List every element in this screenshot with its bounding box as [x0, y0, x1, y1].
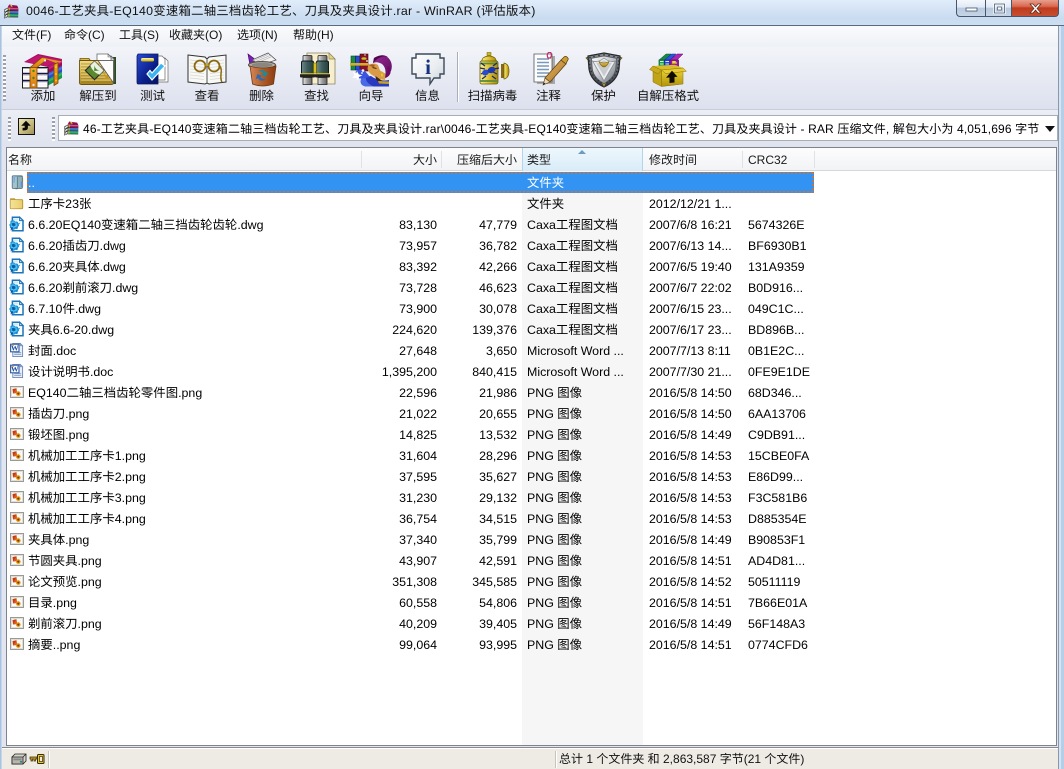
svg-text:W: W — [11, 343, 19, 352]
svg-text:i: i — [425, 55, 431, 79]
svg-text:W: W — [11, 364, 19, 373]
